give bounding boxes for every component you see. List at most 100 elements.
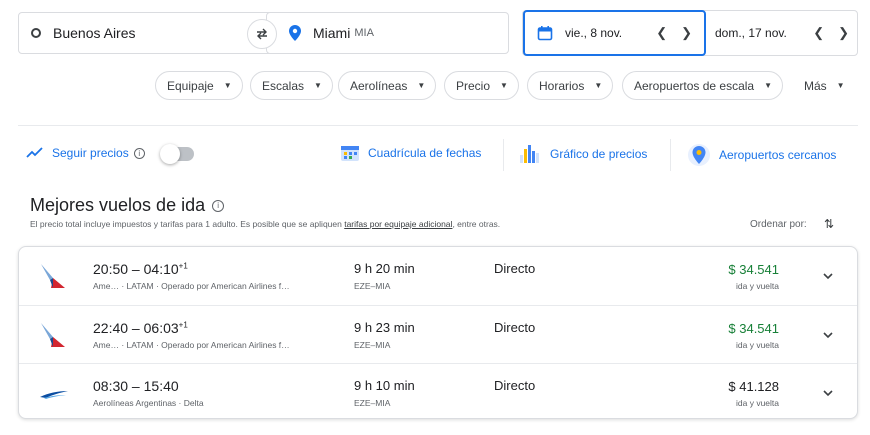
stops: Directo: [494, 261, 536, 276]
arrive-time: 04:10: [143, 261, 179, 277]
day-offset: +1: [178, 261, 188, 271]
american-airlines-logo: [41, 264, 65, 288]
duration: 9 h 10 min: [354, 378, 415, 393]
destination-code: MIA: [354, 27, 374, 39]
aerolineas-argentinas-logo: [40, 391, 68, 399]
stops: Directo: [494, 320, 536, 335]
tool-separator: [670, 139, 671, 171]
price: $ 34.541: [728, 321, 779, 336]
prev-date-chevron-icon[interactable]: ❮: [656, 25, 667, 41]
departure-date-text: vie., 8 nov.: [565, 26, 623, 40]
chip-label: Horarios: [539, 78, 585, 93]
dropdown-arrow-icon: ▼: [500, 81, 508, 90]
route: EZE–MIA: [354, 281, 391, 291]
flight-row[interactable]: 20:50 – 04:10+1 Ame… · LATAM · Operado p…: [19, 247, 857, 305]
arrive-time: 06:03: [143, 320, 179, 336]
origin-field[interactable]: Buenos Aires: [18, 12, 283, 54]
divider: [18, 125, 858, 126]
disclaimer-text-end: , entre otras.: [452, 219, 501, 229]
nearby-airports-button[interactable]: Aeropuertos cercanos: [687, 143, 836, 167]
expand-chevron-icon[interactable]: [821, 269, 835, 283]
dropdown-arrow-icon: ▼: [223, 81, 232, 90]
destination-city: Miami: [313, 25, 351, 41]
info-icon[interactable]: i: [133, 147, 145, 159]
disclaimer-text: El precio total incluye impuestos y tari…: [30, 219, 345, 229]
trip-type: ida y vuelta: [736, 281, 779, 291]
swap-button[interactable]: [247, 19, 277, 49]
price-disclaimer: El precio total incluye impuestos y tari…: [30, 219, 500, 229]
airline-names: Ame… · LATAM · Operado por American Airl…: [93, 340, 290, 350]
sort-icon[interactable]: ⇅: [824, 217, 834, 231]
results-title: Mejores vuelos de ida: [30, 195, 206, 215]
date-picker: vie., 8 nov. ❮ ❯ dom., 17 nov. ❮ ❯: [522, 10, 858, 56]
price: $ 41.128: [728, 379, 779, 394]
date-grid-button[interactable]: Cuadrícula de fechas: [340, 143, 481, 163]
trip-type: ida y vuelta: [736, 398, 779, 408]
info-icon[interactable]: i: [212, 199, 225, 212]
price-graph-button[interactable]: Gráfico de precios: [518, 143, 647, 165]
return-date-field[interactable]: dom., 17 nov. ❮ ❯: [707, 11, 859, 55]
tool-separator: [503, 139, 504, 171]
baggage-fees-link[interactable]: tarifas por equipaje adicional: [344, 219, 452, 229]
more-filters-label: Más: [804, 78, 827, 93]
airline-names: Ame… · LATAM · Operado por American Airl…: [93, 281, 290, 291]
chip-label: Aerolíneas: [350, 78, 408, 93]
nearby-airports-label: Aeropuertos cercanos: [719, 148, 837, 162]
track-prices-label: Seguir precios: [52, 146, 129, 160]
dropdown-arrow-icon: ▼: [417, 81, 426, 90]
dropdown-arrow-icon: ▼: [314, 81, 322, 90]
route: EZE–MIA: [354, 340, 391, 350]
destination-field[interactable]: Miami MIA: [266, 12, 509, 54]
price-graph-label: Gráfico de precios: [550, 147, 648, 161]
filter-chip-aerolineas[interactable]: Aerolíneas ▼: [338, 71, 437, 100]
dropdown-arrow-icon: ▼: [836, 81, 845, 90]
date-grid-icon: [341, 146, 359, 161]
sort-label: Ordenar por:: [750, 219, 807, 230]
american-airlines-logo: [41, 323, 65, 347]
flight-times: 08:30 – 15:40: [93, 378, 179, 394]
prev-return-chevron-icon[interactable]: ❮: [813, 25, 824, 41]
price: $ 34.541: [728, 262, 779, 277]
stops: Directo: [494, 378, 536, 393]
filter-chip-precio[interactable]: Precio ▼: [444, 71, 519, 100]
flight-row[interactable]: 08:30 – 15:40 Aerolíneas Argentinas · De…: [19, 363, 857, 418]
filter-chip-horarios[interactable]: Horarios ▼: [527, 71, 614, 100]
chip-label: Aeropuertos de escala: [634, 78, 755, 93]
date-grid-label: Cuadrícula de fechas: [368, 146, 482, 160]
track-prices-toggle[interactable]: [160, 144, 194, 164]
dropdown-arrow-icon: ▼: [594, 81, 603, 90]
next-return-chevron-icon[interactable]: ❯: [838, 25, 849, 41]
calendar-icon: [537, 25, 553, 41]
arrive-time: 15:40: [143, 378, 179, 394]
swap-icon: [257, 28, 267, 40]
expand-chevron-icon[interactable]: [821, 386, 835, 400]
departure-date-field[interactable]: vie., 8 nov. ❮ ❯: [523, 10, 706, 56]
duration: 9 h 23 min: [354, 320, 415, 335]
filter-chip-equipaje[interactable]: Equipaje ▼: [155, 71, 243, 100]
origin-text: Buenos Aires: [53, 25, 136, 41]
duration: 9 h 20 min: [354, 261, 415, 276]
nearby-airports-icon: [688, 144, 710, 166]
expand-chevron-icon[interactable]: [821, 328, 835, 342]
return-date-text: dom., 17 nov.: [715, 26, 787, 40]
track-prices[interactable]: Seguir precios i: [26, 146, 145, 160]
filter-chip-escalas[interactable]: Escalas ▼: [250, 71, 333, 100]
flight-times: 22:40 – 06:03+1: [93, 320, 188, 336]
depart-time: 08:30: [93, 378, 129, 394]
origin-circle-icon: [31, 28, 41, 38]
results-heading: Mejores vuelos de ida i: [30, 195, 225, 216]
flight-list: 20:50 – 04:10+1 Ame… · LATAM · Operado p…: [18, 246, 858, 419]
next-date-chevron-icon[interactable]: ❯: [681, 25, 692, 41]
flight-row[interactable]: 22:40 – 06:03+1 Ame… · LATAM · Operado p…: [19, 305, 857, 363]
depart-time: 20:50: [93, 261, 129, 277]
more-filters-button[interactable]: Más ▼: [804, 71, 845, 100]
trend-icon: [26, 147, 43, 158]
day-offset: +1: [178, 320, 188, 330]
chip-label: Escalas: [262, 78, 305, 93]
chip-label: Precio: [456, 78, 491, 93]
toggle-knob: [160, 144, 180, 164]
filter-chip-aeropuertos-escala[interactable]: Aeropuertos de escala ▼: [622, 71, 783, 100]
trip-type: ida y vuelta: [736, 340, 779, 350]
location-pin-icon: [289, 25, 301, 41]
price-graph-icon: [520, 145, 539, 163]
